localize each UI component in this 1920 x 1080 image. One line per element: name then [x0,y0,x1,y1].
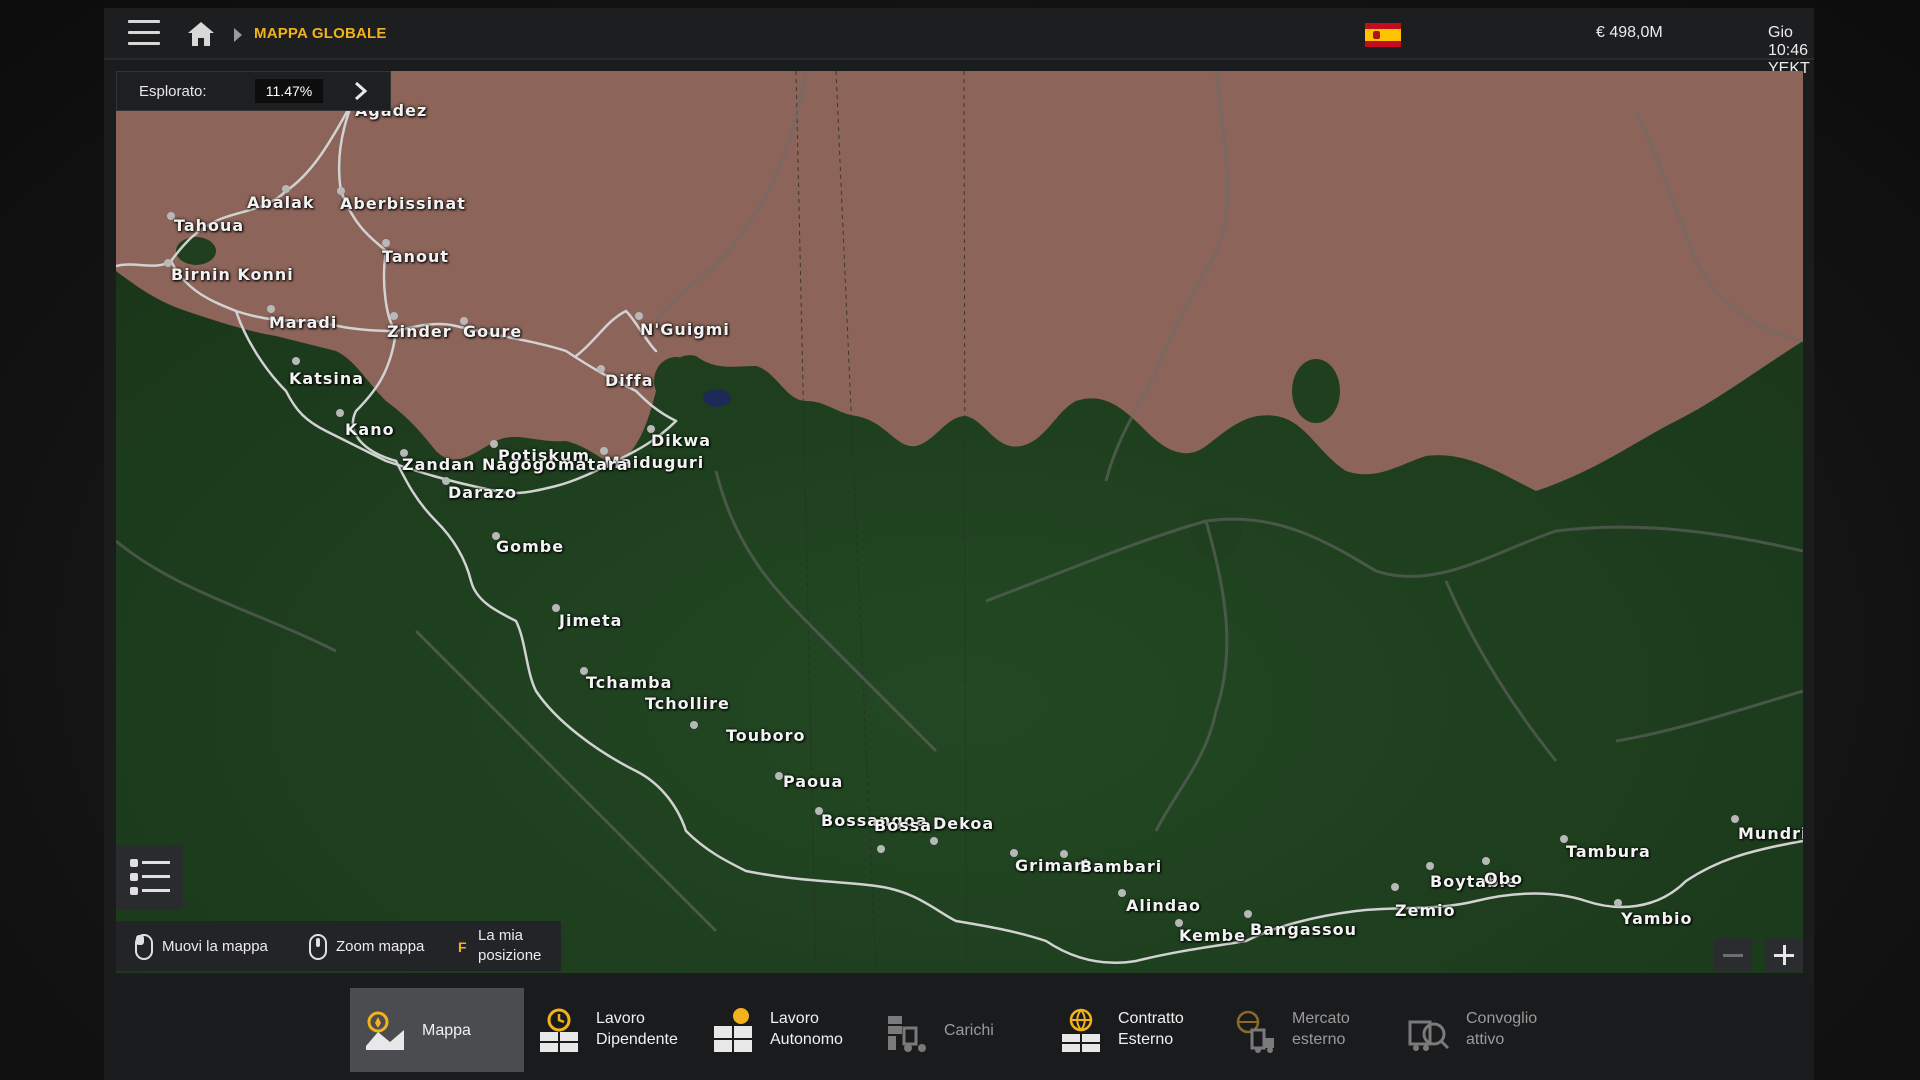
forklift-icon [888,1016,926,1052]
tab-employed-job[interactable]: Lavoro Dipendente [524,988,698,1072]
game-clock: Gio 10:46 YEKT [1768,24,1810,77]
flag-spain-icon [1365,23,1401,47]
city-label[interactable]: Jimeta [559,611,622,630]
breadcrumb-current: MAPPA GLOBALE [254,25,387,42]
city-label[interactable]: Bangassou [1250,920,1357,939]
city-label[interactable]: Tanout [382,247,449,266]
tab-external-contract[interactable]: Contratto Esterno [1046,988,1220,1072]
legend-list-icon [130,859,170,895]
city-label[interactable]: Katsina [289,369,364,388]
chevron-right-icon[interactable] [349,80,371,102]
controls-hints: Muovi la mappa Zoom mappa F La mia posiz… [116,921,561,971]
home-icon[interactable] [186,20,216,48]
world-map[interactable]: Agadez Abalak Aberbissinat Tahoua Tanout Birn… [116,71,1803,973]
top-bar: MAPPA GLOBALE € 498,0M Gio 10:46 YEKT [104,8,1814,77]
zoom-out-button[interactable] [1714,938,1752,972]
city-label[interactable]: Kembe [1179,926,1246,945]
city-label[interactable]: Yambio [1621,909,1693,928]
city-label[interactable]: Gombe [496,537,564,556]
mouse-icon [135,934,153,960]
city-label[interactable]: Goure [463,322,522,341]
city-label[interactable]: Bambari [1080,857,1162,876]
city-label[interactable]: Maradi [269,313,337,332]
tab-active-convoy[interactable]: Convoglio attivo [1394,988,1568,1072]
tab-external-market[interactable]: Mercato esterno [1220,988,1394,1072]
map-legend-button[interactable] [116,845,183,910]
city-label[interactable]: Tchamba [586,673,672,692]
map-pin-icon [366,1011,404,1050]
city-label[interactable]: Grimari [1015,856,1089,875]
globe-truck-icon [1236,1010,1274,1053]
money-balance: € 498,0M [1596,24,1663,41]
city-label[interactable]: Aberbissinat [340,194,466,213]
mouse-wheel-icon [309,934,327,960]
convoy-icon [1408,1020,1450,1051]
city-label[interactable]: Alindao [1126,896,1201,915]
city-label[interactable]: Kano [345,420,395,439]
city-label[interactable]: Zandan Nagogo [402,455,557,474]
key-f: F [458,939,467,955]
city-label[interactable]: Touboro [726,726,806,745]
tab-cargo[interactable]: Carichi [872,988,1046,1072]
tab-freelance-job[interactable]: Lavoro Autonomo [698,988,872,1072]
city-label[interactable]: Abalak [247,193,315,212]
city-label[interactable]: Dikwa [651,431,711,450]
sun-boxes-icon [714,1008,752,1052]
city-label[interactable]: Dekoa [933,814,994,833]
city-label[interactable]: Tahoua [174,216,244,235]
city-label[interactable]: Tambura [1566,842,1651,861]
globe-boxes-icon [1062,1008,1100,1052]
menu-icon[interactable] [128,20,160,46]
tab-map[interactable]: Mappa [350,988,524,1072]
explored-value: 11.47% [255,79,323,103]
explored-panel[interactable]: Esplorato: 11.47% [116,71,391,111]
city-label[interactable]: Diffa [605,371,653,390]
city-label[interactable]: Darazo [448,483,517,502]
zoom-in-button[interactable] [1765,938,1803,972]
city-label[interactable]: Zemio [1395,901,1456,920]
city-label[interactable]: Tchollire [645,694,730,713]
city-label[interactable]: N'Guigmi [640,320,730,339]
city-label[interactable]: Zinder [387,322,452,341]
city-label[interactable]: Paoua [783,772,843,791]
city-label[interactable]: matara [558,455,629,474]
city-label[interactable]: Obo [1484,869,1523,888]
city-label[interactable]: Bossa [874,816,932,835]
clock-boxes-icon [540,1008,578,1052]
breadcrumb-arrow-icon [234,28,242,42]
city-label[interactable]: Birnin Konni [171,265,294,284]
explored-label: Esplorato: [139,83,207,100]
city-label[interactable]: Mundri [1738,824,1803,843]
